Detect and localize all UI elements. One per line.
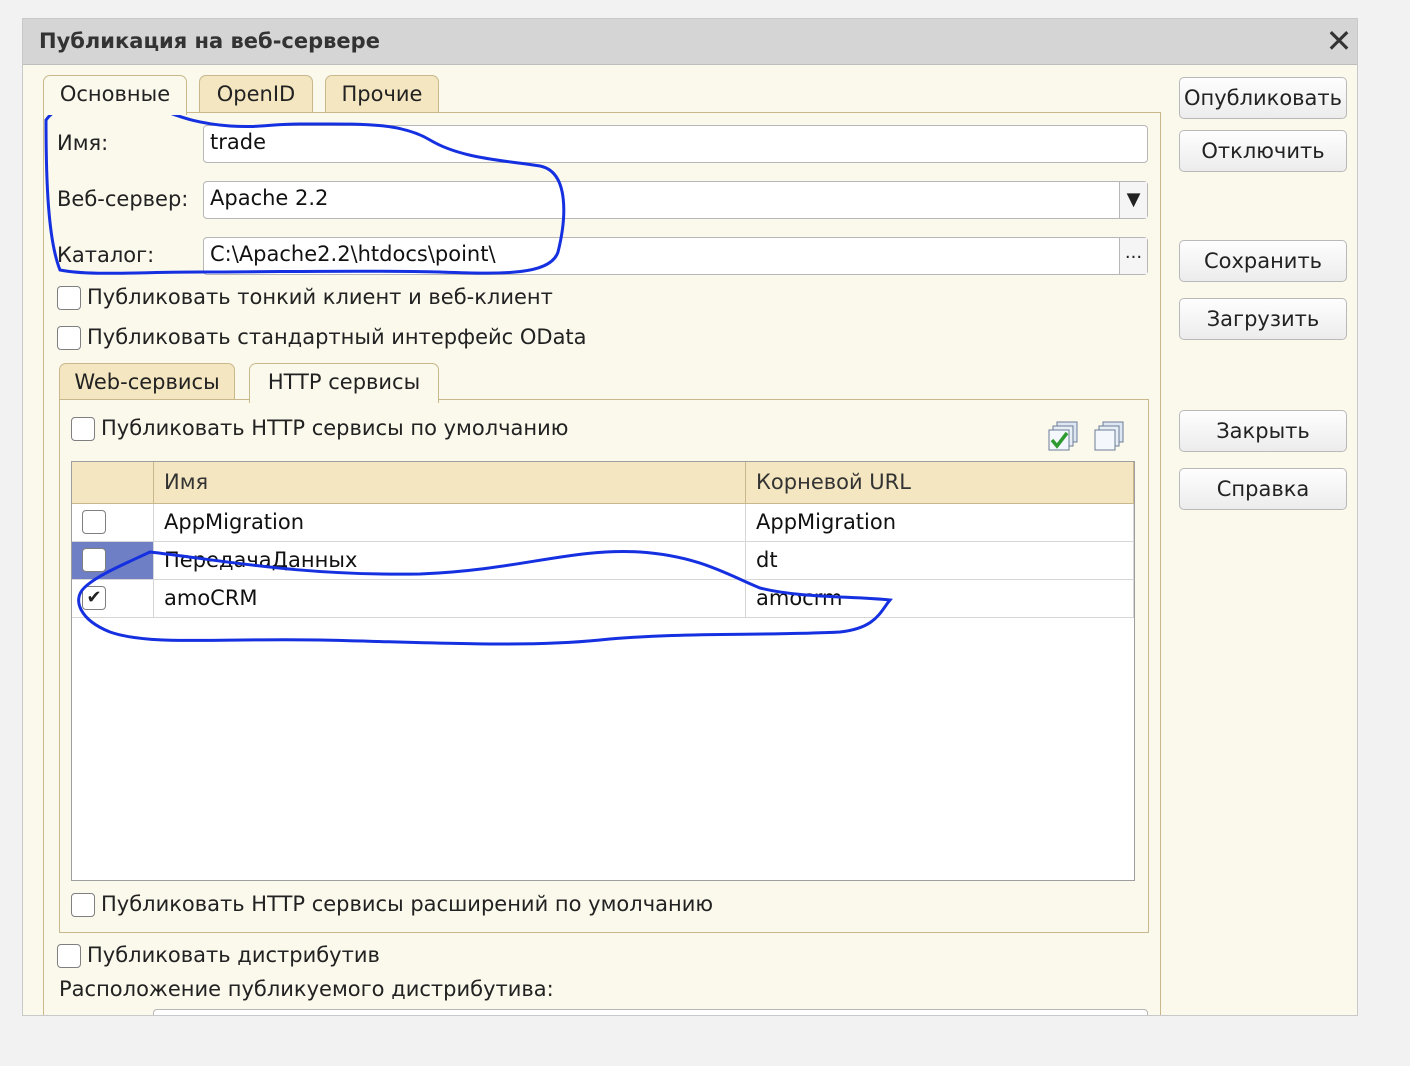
publish-distribution-label: Публиковать дистрибутив: [87, 943, 380, 967]
webserver-label: Веб-сервер:: [57, 187, 189, 211]
publish-thin-client-label: Публиковать тонкий клиент и веб-клиент: [87, 285, 553, 309]
catalog-label: Каталог:: [57, 243, 155, 267]
publish-http-default-checkbox[interactable]: [71, 417, 95, 441]
table-cell-name[interactable]: AppMigration: [154, 504, 746, 542]
close-icon[interactable]: ✕: [1323, 23, 1355, 59]
distribution-location-input[interactable]: [153, 1009, 1148, 1015]
catalog-input[interactable]: C:\Apache2.2\htdocs\point\: [203, 237, 1148, 275]
webserver-select[interactable]: Apache 2.2: [203, 181, 1148, 219]
title-bar: Публикация на веб-сервере ✕: [23, 19, 1357, 65]
tab-other[interactable]: Прочие: [325, 75, 439, 113]
publish-thin-client-checkbox[interactable]: [57, 286, 81, 310]
table-header-name[interactable]: Имя: [154, 462, 746, 504]
close-button[interactable]: Закрыть: [1179, 410, 1347, 452]
http-services-table: Имя Корневой URL AppMigration AppMigrati…: [71, 461, 1135, 881]
table-cell-url[interactable]: amocrm: [746, 580, 1134, 618]
distribution-location-label: Расположение публикуемого дистрибутива:: [59, 977, 554, 1001]
publish-odata-label: Публиковать стандартный интерфейс OData: [87, 325, 587, 349]
tab-main[interactable]: Основные: [43, 75, 187, 115]
table-row-check-cell[interactable]: ✔: [72, 580, 154, 618]
name-label: Имя:: [57, 131, 109, 155]
publish-odata-checkbox[interactable]: [57, 326, 81, 350]
table-cell-url[interactable]: AppMigration: [746, 504, 1134, 542]
publish-distribution-checkbox[interactable]: [57, 944, 81, 968]
chevron-down-icon[interactable]: ▼: [1119, 182, 1147, 218]
check-all-icon[interactable]: [1047, 419, 1081, 453]
dialog-title: Публикация на веб-сервере: [39, 29, 380, 53]
uncheck-all-icon[interactable]: [1093, 419, 1127, 453]
publish-http-extensions-checkbox[interactable]: [71, 893, 95, 917]
webserver-value: Apache 2.2: [210, 186, 329, 210]
table-cell-name[interactable]: ПередачаДанных: [154, 542, 746, 580]
publish-button[interactable]: Опубликовать: [1179, 77, 1347, 119]
row-checkbox-checked[interactable]: ✔: [82, 586, 106, 610]
save-button[interactable]: Сохранить: [1179, 240, 1347, 282]
table-row-check-cell[interactable]: [72, 504, 154, 542]
table-cell-name[interactable]: amoCRM: [154, 580, 746, 618]
row-checkbox[interactable]: [82, 548, 106, 572]
name-input[interactable]: trade: [203, 125, 1148, 163]
row-checkbox[interactable]: [82, 510, 106, 534]
table-header-check: [72, 462, 154, 504]
browse-button[interactable]: ...: [1119, 238, 1147, 274]
table-header-url[interactable]: Корневой URL: [746, 462, 1134, 504]
table-row-check-cell[interactable]: [72, 542, 154, 580]
disable-button[interactable]: Отключить: [1179, 130, 1347, 172]
help-button[interactable]: Справка: [1179, 468, 1347, 510]
load-button[interactable]: Загрузить: [1179, 298, 1347, 340]
tab-web-services[interactable]: Web-сервисы: [59, 363, 235, 401]
publication-dialog: Публикация на веб-сервере ✕ Основные Ope…: [22, 18, 1358, 1016]
tab-openid[interactable]: OpenID: [199, 75, 313, 113]
table-cell-url[interactable]: dt: [746, 542, 1134, 580]
publish-http-default-label: Публиковать HTTP сервисы по умолчанию: [101, 416, 569, 440]
publish-http-extensions-label: Публиковать HTTP сервисы расширений по у…: [101, 892, 714, 916]
tab-http-services[interactable]: HTTP сервисы: [249, 363, 439, 403]
